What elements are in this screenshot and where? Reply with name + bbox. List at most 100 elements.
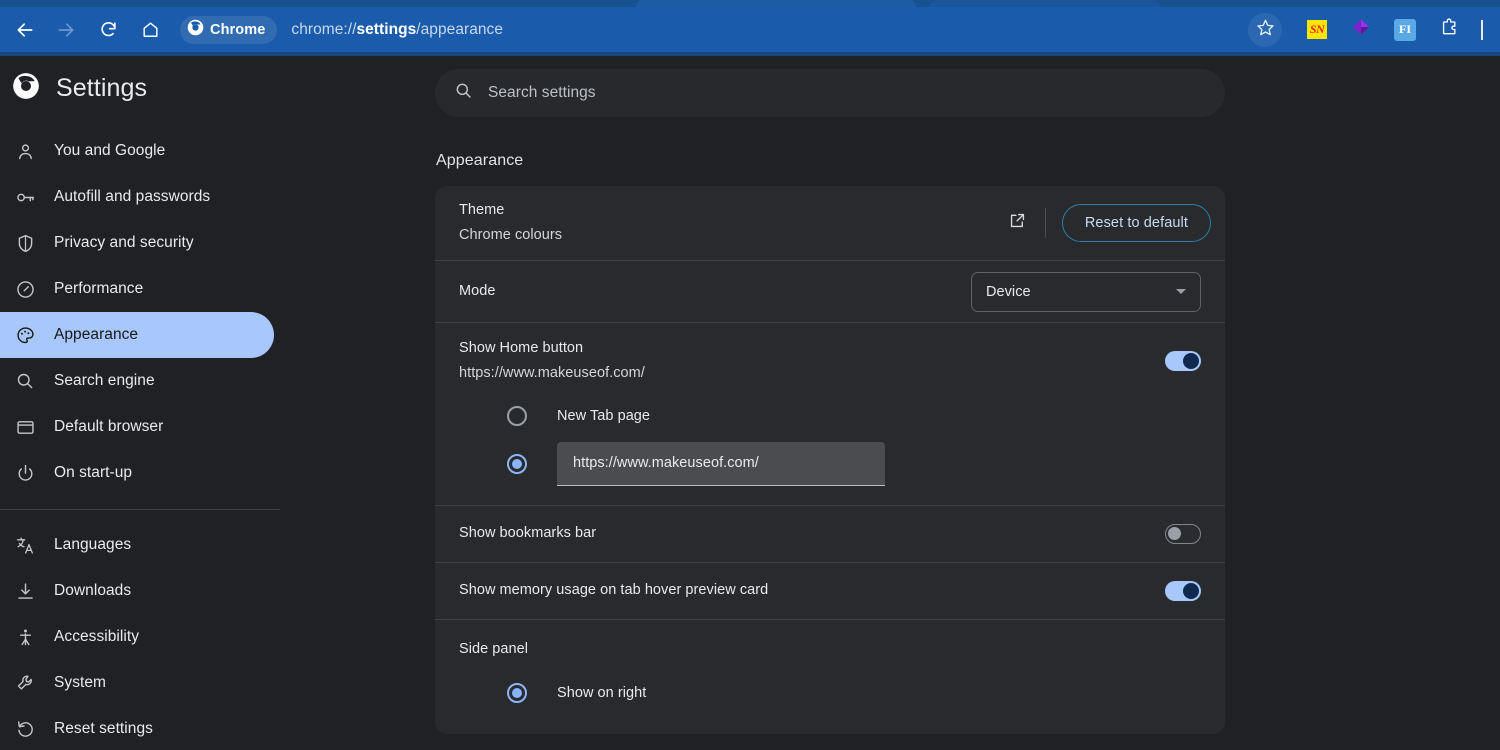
chevron-down-icon (1176, 289, 1186, 294)
browser-window-icon (14, 416, 36, 438)
mode-row: Mode Device (435, 260, 1225, 322)
sidebar-item-label: Languages (54, 536, 132, 553)
sidebar-item-you-and-google[interactable]: You and Google (0, 128, 274, 174)
show-memory-usage-texts: Show memory usage on tab hover preview c… (459, 581, 1165, 601)
restore-icon (14, 718, 36, 740)
back-button[interactable] (7, 12, 43, 48)
diamond-icon (1350, 16, 1372, 43)
sidebar-item-privacy-and-security[interactable]: Privacy and security (0, 220, 274, 266)
theme-row-title: Theme (459, 202, 505, 219)
theme-row-subtitle: Chrome colours (459, 226, 563, 243)
puzzle-piece-icon (1439, 17, 1459, 42)
chrome-logo-icon (12, 72, 40, 105)
show-memory-usage-row: Show memory usage on tab hover preview c… (435, 561, 1225, 619)
sidebar-nav-group-2: Languages Downloads Accessibility System… (0, 522, 420, 750)
show-bookmarks-bar-row: Show bookmarks bar (435, 504, 1225, 562)
bookmark-star-button[interactable] (1248, 12, 1282, 47)
sidebar-item-label: Privacy and security (54, 234, 194, 251)
sidebar-item-languages[interactable]: Languages (0, 522, 274, 568)
search-settings-bar[interactable]: Search settings (435, 69, 1225, 117)
arrow-left-icon (15, 20, 35, 40)
theme-row-divider (1044, 208, 1046, 238)
translate-icon (14, 534, 36, 556)
arrow-right-icon (56, 20, 76, 40)
show-bookmarks-bar-toggle[interactable] (1165, 523, 1201, 544)
theme-open-in-new-button[interactable] (999, 204, 1037, 242)
home-option-new-tab-page[interactable]: New Tab page (459, 397, 1201, 435)
section-heading-appearance: Appearance (436, 152, 524, 169)
tab-partial-1[interactable] (636, 0, 916, 7)
star-icon (1256, 18, 1275, 42)
sidebar-item-accessibility[interactable]: Accessibility (0, 614, 274, 660)
reset-to-default-button[interactable]: Reset to default (1061, 204, 1211, 242)
appearance-settings-card: Theme Chrome colours Reset to default Mo… (435, 186, 1225, 734)
search-input-placeholder[interactable]: Search settings (488, 84, 596, 102)
extension-diamond-button[interactable] (1344, 13, 1378, 47)
show-memory-usage-toggle[interactable] (1165, 580, 1201, 601)
theme-row: Theme Chrome colours Reset to default (435, 186, 1225, 260)
home-url-input[interactable] (557, 441, 885, 486)
sidebar-item-label: Downloads (54, 582, 132, 599)
mode-row-texts: Mode (459, 282, 971, 302)
show-bookmarks-bar-title: Show bookmarks bar (459, 525, 597, 542)
extensions-button[interactable] (1432, 13, 1466, 47)
sidebar-item-downloads[interactable]: Downloads (0, 568, 274, 614)
omnibox-chrome-chip[interactable]: Chrome (180, 15, 278, 44)
sidebar-item-default-browser[interactable]: Default browser (0, 404, 274, 450)
download-icon (14, 580, 36, 602)
search-icon (454, 81, 473, 105)
power-icon (14, 462, 36, 484)
forward-button[interactable] (48, 12, 84, 48)
open-in-new-icon (1008, 211, 1027, 235)
mode-select[interactable]: Device (971, 271, 1201, 312)
side-panel-options: Show on right (435, 660, 1225, 734)
show-home-button-toggle[interactable] (1165, 350, 1201, 371)
sidebar-nav-group-1: You and Google Autofill and passwords Pr… (0, 128, 420, 496)
sidebar-item-label: Default browser (54, 418, 164, 435)
sidebar-item-label: Appearance (54, 326, 139, 343)
sidebar-item-appearance[interactable]: Appearance (0, 312, 274, 358)
home-button[interactable] (132, 12, 168, 48)
show-home-button-row: Show Home button https://www.makeuseof.c… (435, 322, 1225, 505)
sidebar-item-system[interactable]: System (0, 660, 274, 706)
sidebar-item-autofill-and-passwords[interactable]: Autofill and passwords (0, 174, 274, 220)
sn-icon: SN (1307, 20, 1327, 39)
sidebar-item-label: On start-up (54, 464, 133, 481)
sidebar-item-label: Accessibility (54, 628, 140, 645)
url-suffix: /appearance (416, 20, 504, 38)
shield-icon (14, 232, 36, 254)
toolbar-actions: SN FI (1248, 12, 1500, 47)
person-icon (14, 140, 36, 162)
sidebar-divider (0, 509, 280, 510)
extension-fi-button[interactable]: FI (1388, 13, 1422, 47)
sidebar-item-label: Autofill and passwords (54, 188, 211, 205)
sidebar-item-label: Reset settings (54, 720, 153, 737)
show-home-button-head: Show Home button https://www.makeuseof.c… (435, 323, 1225, 383)
radio-show-on-right[interactable] (507, 682, 527, 703)
sidebar-item-label: You and Google (54, 142, 166, 159)
show-memory-usage-title: Show memory usage on tab hover preview c… (459, 582, 769, 599)
chrome-logo-icon (187, 19, 204, 41)
extension-sn-button[interactable]: SN (1300, 13, 1334, 47)
chrome-menu-button[interactable] (1472, 19, 1492, 41)
side-panel-head: Side panel (435, 620, 1225, 660)
settings-sidebar: Settings You and Google Autofill and pas… (0, 56, 420, 750)
sidebar-item-search-engine[interactable]: Search engine (0, 358, 274, 404)
side-panel-title: Side panel (459, 640, 529, 657)
more-vertical-icon (1481, 19, 1483, 40)
home-option-custom-url[interactable] (459, 441, 1201, 486)
radio-new-tab-page[interactable] (507, 405, 527, 426)
address-bar[interactable]: Chrome chrome://settings/appearance (180, 13, 1240, 47)
tab-partial-2[interactable] (930, 0, 1160, 7)
url-prefix: chrome:// (291, 20, 357, 38)
side-panel-option-show-on-right[interactable]: Show on right (459, 674, 1201, 712)
radio-custom-url[interactable] (507, 453, 527, 474)
sidebar-item-performance[interactable]: Performance (0, 266, 274, 312)
key-icon (14, 186, 36, 208)
sidebar-item-reset-settings[interactable]: Reset settings (0, 706, 274, 750)
reload-button[interactable] (90, 12, 126, 48)
url-bold-part: settings (356, 20, 417, 38)
wrench-icon (14, 672, 36, 694)
radio-new-tab-page-label: New Tab page (557, 407, 651, 424)
sidebar-item-on-start-up[interactable]: On start-up (0, 450, 274, 496)
